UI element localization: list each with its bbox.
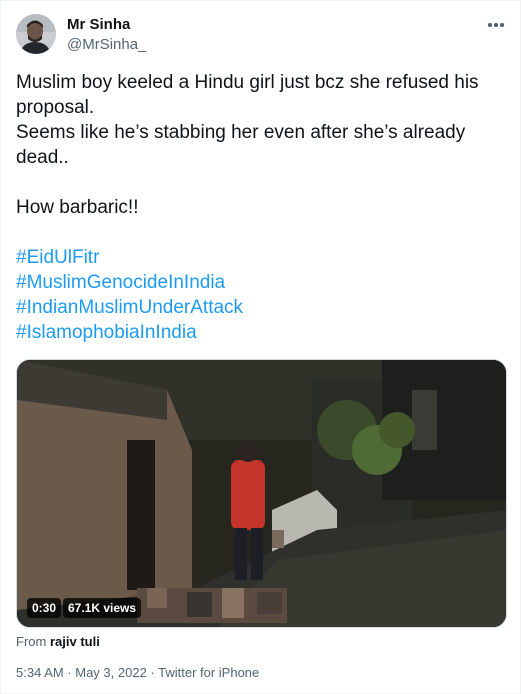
video-player[interactable]: 0:30 67.1K views <box>16 359 507 628</box>
avatar[interactable] <box>16 14 56 54</box>
display-name[interactable]: Mr Sinha <box>67 16 146 34</box>
tweet-text-line: Seems like he’s stabbing her even after … <box>16 122 466 143</box>
hashtag-link[interactable]: #MuslimGenocideInIndia <box>16 270 511 295</box>
user-handle[interactable]: @MrSinha_ <box>67 36 146 54</box>
tweet-card: Mr Sinha @MrSinha_ Muslim boy keeled a H… <box>0 0 521 694</box>
hashtag-link[interactable]: #IslamophobiaInIndia <box>16 320 511 345</box>
tweet-text-line: dead.. <box>16 147 69 168</box>
tweet-header: Mr Sinha @MrSinha_ <box>16 13 508 57</box>
video-duration: 0:30 <box>27 598 62 618</box>
video-thumbnail <box>17 360 506 627</box>
tweet-timestamp[interactable]: 5:34 AM · May 3, 2022 · Twitter for iPho… <box>16 665 259 680</box>
video-attribution: From rajiv tuli <box>16 634 100 649</box>
video-views: 67.1K views <box>63 598 142 618</box>
from-label: From <box>16 634 47 649</box>
tweet-text-line: How barbaric!! <box>16 197 139 218</box>
tweet-text-line: Muslim boy keeled a Hindu girl just bcz … <box>16 72 479 93</box>
more-horizontal-icon[interactable] <box>486 15 506 35</box>
tweet-text-line <box>16 170 511 195</box>
tweet-text: Muslim boy keeled a Hindu girl just bcz … <box>16 70 511 345</box>
hashtag-link[interactable]: #EidUlFitr <box>16 245 511 270</box>
tweet-text-line <box>16 220 511 245</box>
from-name[interactable]: rajiv tuli <box>50 634 100 649</box>
hashtag-link[interactable]: #IndianMuslimUnderAttack <box>16 295 511 320</box>
user-info[interactable]: Mr Sinha @MrSinha_ <box>67 16 146 54</box>
tweet-text-line: proposal. <box>16 97 95 118</box>
